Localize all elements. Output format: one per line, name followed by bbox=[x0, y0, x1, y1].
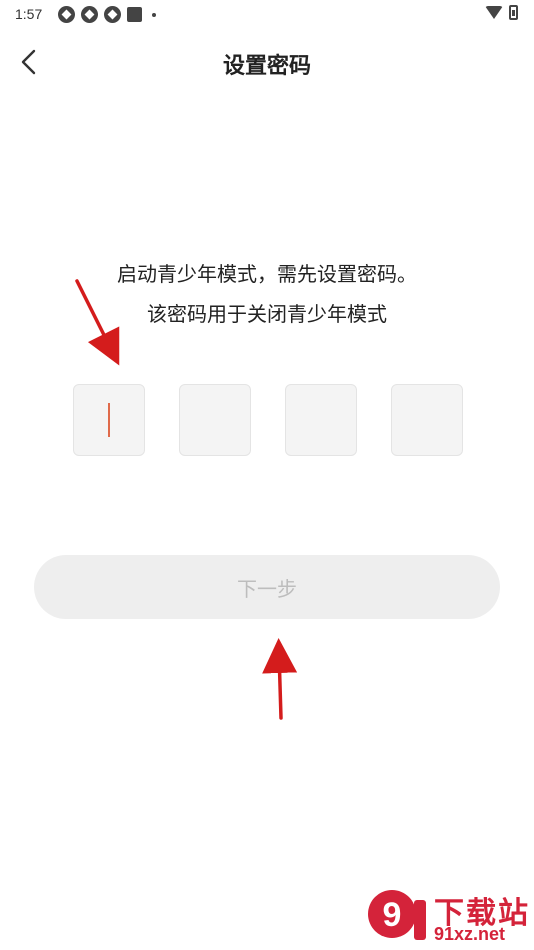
watermark-logo-text: 9 bbox=[383, 896, 402, 934]
app-notification-icon bbox=[104, 6, 121, 23]
next-step-button[interactable]: 下一步 bbox=[34, 555, 500, 619]
app-notification-icon bbox=[58, 6, 75, 23]
pin-digit-3[interactable] bbox=[285, 384, 357, 456]
watermark-text-en: 91xz.net bbox=[434, 924, 506, 944]
annotation-arrows bbox=[75, 279, 298, 720]
pin-input-row bbox=[73, 384, 463, 456]
arrow-to-button bbox=[262, 638, 298, 720]
watermark-logo-icon: 9 bbox=[368, 890, 426, 940]
instruction-line-2: 该密码用于关闭青少年模式 bbox=[147, 302, 387, 326]
battery-icon bbox=[509, 5, 518, 20]
pin-digit-1[interactable] bbox=[73, 384, 145, 456]
status-bar: 1:57 bbox=[0, 0, 534, 28]
text-cursor bbox=[108, 403, 110, 437]
instruction-line-1: 启动青少年模式，需先设置密码。 bbox=[117, 262, 417, 286]
header: 设置密码 bbox=[0, 36, 534, 88]
app-notification-icon bbox=[81, 6, 98, 23]
system-icons bbox=[485, 5, 518, 20]
dot-icon bbox=[152, 12, 156, 17]
pin-digit-2[interactable] bbox=[179, 384, 251, 456]
wifi-icon bbox=[485, 6, 503, 19]
status-time: 1:57 bbox=[15, 6, 43, 22]
page-title: 设置密码 bbox=[222, 54, 311, 79]
square-icon bbox=[127, 7, 142, 22]
notification-icons bbox=[58, 6, 156, 23]
pin-digit-4[interactable] bbox=[391, 384, 463, 456]
watermark: 9 下载站 91xz.net bbox=[362, 884, 534, 950]
